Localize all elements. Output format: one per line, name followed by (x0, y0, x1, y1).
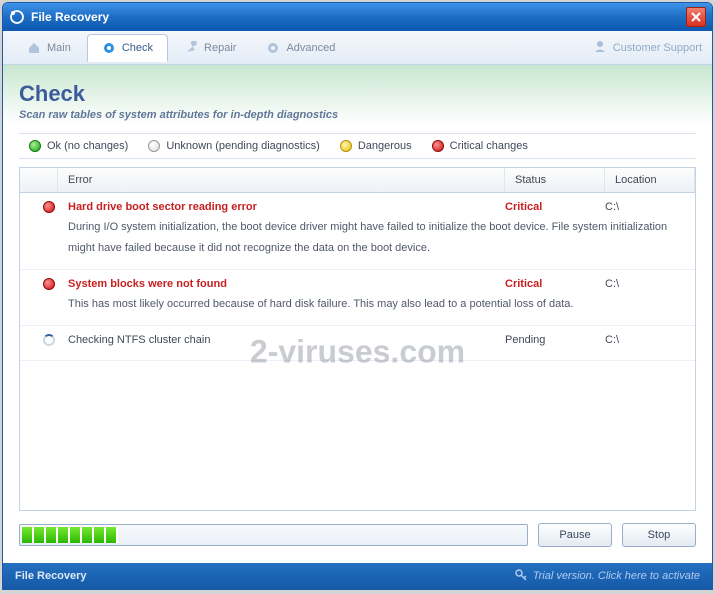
dot-red-icon (43, 201, 55, 213)
row-status: Pending (505, 334, 605, 346)
row-title: Hard drive boot sector reading error (68, 201, 505, 213)
legend-unknown: Unknown (pending diagnostics) (148, 140, 319, 152)
row-description: This has most likely occurred because of… (30, 294, 685, 315)
bottom-bar: Pause Stop (19, 523, 696, 547)
row-description: During I/O system initialization, the bo… (30, 217, 685, 259)
tab-label: Main (47, 42, 71, 54)
row-status: Critical (505, 201, 605, 213)
tab-label: Advanced (286, 42, 335, 54)
row-location: C:\ (605, 334, 685, 346)
dot-green-icon (29, 140, 41, 152)
activate-link[interactable]: Trial version. Click here to activate (515, 569, 700, 584)
col-location[interactable]: Location (605, 168, 695, 192)
window-title: File Recovery (31, 10, 686, 24)
person-icon (593, 39, 607, 56)
legend-ok: Ok (no changes) (29, 140, 128, 152)
titlebar[interactable]: File Recovery (3, 3, 712, 31)
status-legend: Ok (no changes) Unknown (pending diagnos… (19, 133, 696, 159)
row-title: Checking NTFS cluster chain (68, 334, 505, 346)
home-icon (27, 41, 41, 55)
page-title: Check (19, 81, 696, 107)
table-row[interactable]: System blocks were not found Critical C:… (20, 270, 695, 326)
error-list: Error Status Location Hard drive boot se… (19, 167, 696, 511)
wrench-icon (184, 41, 198, 55)
app-window: File Recovery Main Check Repair Advanced… (2, 2, 713, 590)
dot-white-icon (148, 140, 160, 152)
statusbar: File Recovery Trial version. Click here … (3, 563, 712, 589)
pause-button[interactable]: Pause (538, 523, 612, 547)
row-location: C:\ (605, 278, 685, 290)
dot-yellow-icon (340, 140, 352, 152)
row-title: System blocks were not found (68, 278, 505, 290)
page-subtitle: Scan raw tables of system attributes for… (19, 109, 696, 121)
status-left: File Recovery (15, 570, 87, 582)
dot-red-icon (43, 278, 55, 290)
table-row[interactable]: Hard drive boot sector reading error Cri… (20, 193, 695, 270)
main-panel: Check Scan raw tables of system attribut… (3, 65, 712, 563)
support-label: Customer Support (613, 42, 702, 54)
tab-repair[interactable]: Repair (170, 35, 250, 61)
col-error[interactable]: Error (58, 168, 505, 192)
status-right: Trial version. Click here to activate (533, 570, 700, 582)
legend-critical: Critical changes (432, 140, 528, 152)
tab-check[interactable]: Check (87, 34, 168, 62)
list-body[interactable]: Hard drive boot sector reading error Cri… (20, 193, 695, 510)
tab-label: Check (122, 42, 153, 54)
check-icon (102, 41, 116, 55)
app-icon (9, 9, 25, 25)
spinner-icon (43, 334, 55, 346)
list-header: Error Status Location (20, 168, 695, 193)
col-icon (20, 168, 58, 192)
dot-red-icon (432, 140, 444, 152)
stop-button[interactable]: Stop (622, 523, 696, 547)
col-status[interactable]: Status (505, 168, 605, 192)
legend-dangerous: Dangerous (340, 140, 412, 152)
gear-icon (266, 41, 280, 55)
close-button[interactable] (686, 7, 706, 27)
key-icon (515, 569, 527, 584)
customer-support-link[interactable]: Customer Support (593, 39, 702, 56)
tab-label: Repair (204, 42, 236, 54)
tab-advanced[interactable]: Advanced (252, 35, 349, 61)
row-location: C:\ (605, 201, 685, 213)
row-status: Critical (505, 278, 605, 290)
toolbar: Main Check Repair Advanced Customer Supp… (3, 31, 712, 65)
tab-main[interactable]: Main (13, 35, 85, 61)
table-row[interactable]: Checking NTFS cluster chain Pending C:\ (20, 326, 695, 361)
progress-bar (19, 524, 528, 546)
